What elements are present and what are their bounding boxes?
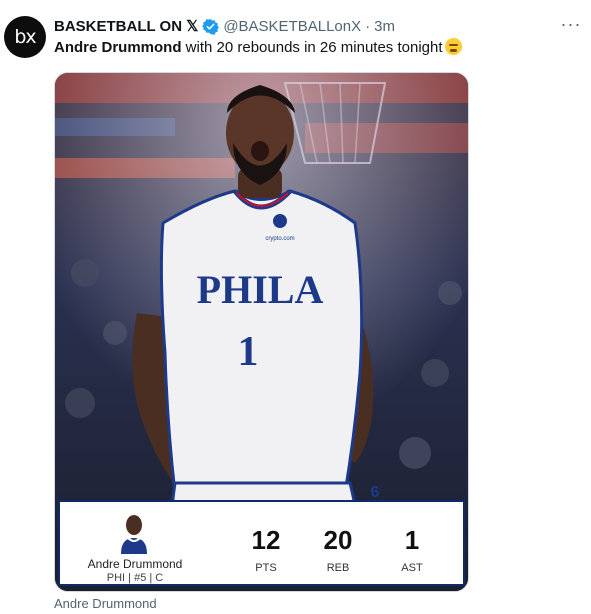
tweet-header: BASKETBALL ON 𝕏 @BASKETBALLonX · 3m bbox=[54, 15, 534, 37]
tweet-timestamp[interactable]: 3m bbox=[374, 18, 395, 35]
more-options-button[interactable]: ··· bbox=[558, 14, 584, 36]
author-handle[interactable]: @BASKETBALLonX bbox=[223, 18, 361, 35]
tweet-text: Andre Drummond with 20 rebounds in 26 mi… bbox=[54, 38, 574, 58]
steam-face-emoji-icon bbox=[444, 38, 462, 55]
stat-value: 12 bbox=[251, 525, 281, 555]
media-caption: Andre Drummond bbox=[54, 596, 157, 611]
stat-label: REB bbox=[326, 562, 350, 574]
tweet[interactable]: bx BASKETBALL ON 𝕏 @BASKETBALLonX · 3m ·… bbox=[0, 0, 591, 614]
mentioned-player: Andre Drummond bbox=[54, 39, 182, 56]
jersey-sponsor-text: crypto.com bbox=[265, 236, 294, 242]
tweet-text-body: with 20 rebounds in 26 minutes tonight bbox=[181, 39, 443, 56]
avatar-text: bx bbox=[14, 26, 36, 48]
stat-assists: 1 AST bbox=[382, 526, 442, 574]
author-display-name[interactable]: BASKETBALL ON 𝕏 bbox=[54, 17, 198, 35]
header-separator: · bbox=[365, 17, 371, 35]
stat-label: AST bbox=[401, 562, 423, 574]
author-avatar[interactable]: bx bbox=[4, 16, 46, 58]
stat-label: PTS bbox=[255, 562, 277, 574]
player-thumbnail-icon bbox=[121, 515, 147, 554]
shorts-logo-text: 6 bbox=[371, 484, 380, 501]
stat-player-name: Andre Drummond bbox=[87, 557, 183, 571]
stat-value: 1 bbox=[404, 525, 420, 555]
stat-card: Andre Drummond PHI | #5 | C 12 PTS 20 RE… bbox=[58, 500, 465, 586]
stat-player-info: PHI | #5 | C bbox=[106, 572, 164, 584]
stat-value: 20 bbox=[323, 525, 353, 555]
stat-points: 12 PTS bbox=[236, 526, 296, 574]
stat-rebounds: 20 REB bbox=[308, 526, 368, 574]
verified-badge-icon bbox=[202, 18, 220, 35]
jersey-team-text: PHILA bbox=[197, 267, 324, 312]
jersey-number-text: 1 bbox=[238, 329, 259, 375]
